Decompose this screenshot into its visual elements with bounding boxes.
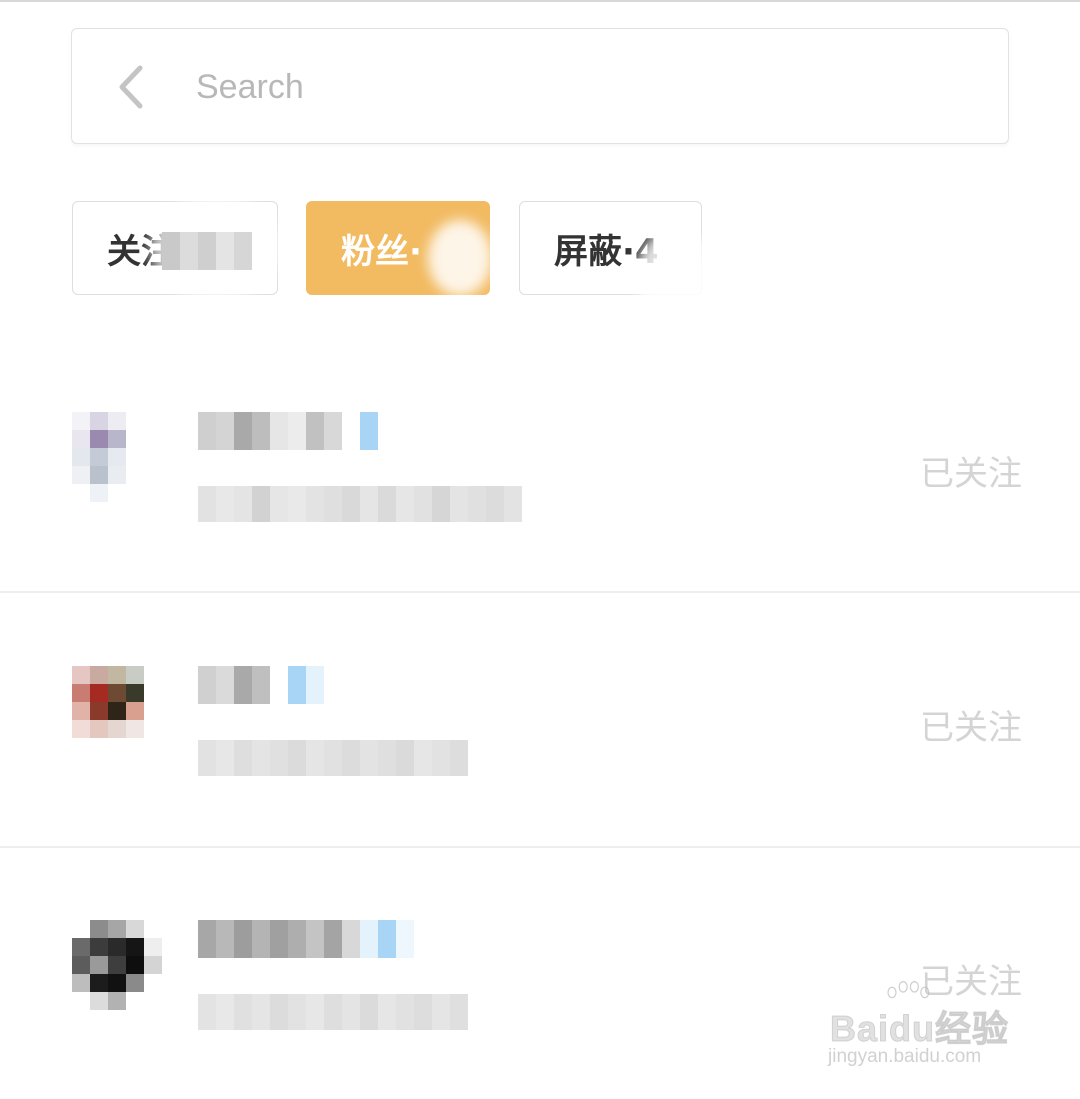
row-divider bbox=[0, 591, 1080, 593]
list-item[interactable]: 已关注 bbox=[0, 340, 1080, 594]
search-input[interactable] bbox=[196, 60, 976, 114]
follow-status-button[interactable]: 已关注 bbox=[920, 700, 1022, 749]
redaction-pixels bbox=[162, 232, 252, 270]
username-redacted bbox=[198, 666, 324, 704]
bio-redacted bbox=[198, 740, 468, 776]
redaction-smudge bbox=[428, 220, 492, 296]
bio-redacted bbox=[198, 486, 522, 522]
back-arrow-icon[interactable] bbox=[104, 64, 154, 110]
follow-status-button[interactable]: 已关注 bbox=[920, 446, 1022, 495]
avatar bbox=[72, 412, 162, 502]
redaction-smudge bbox=[636, 228, 714, 324]
list-item[interactable]: 已关注 bbox=[0, 594, 1080, 848]
top-border bbox=[0, 0, 1080, 2]
avatar bbox=[72, 666, 162, 756]
bio-redacted bbox=[198, 994, 468, 1030]
watermark-brand: Baidu经验 bbox=[829, 1008, 1010, 1050]
watermark-url: jingyan.baidu.com bbox=[828, 1046, 982, 1067]
username-redacted bbox=[198, 920, 414, 958]
avatar bbox=[72, 920, 162, 1010]
tab-fans-label: 粉丝· bbox=[341, 231, 422, 272]
username-redacted bbox=[198, 412, 378, 450]
